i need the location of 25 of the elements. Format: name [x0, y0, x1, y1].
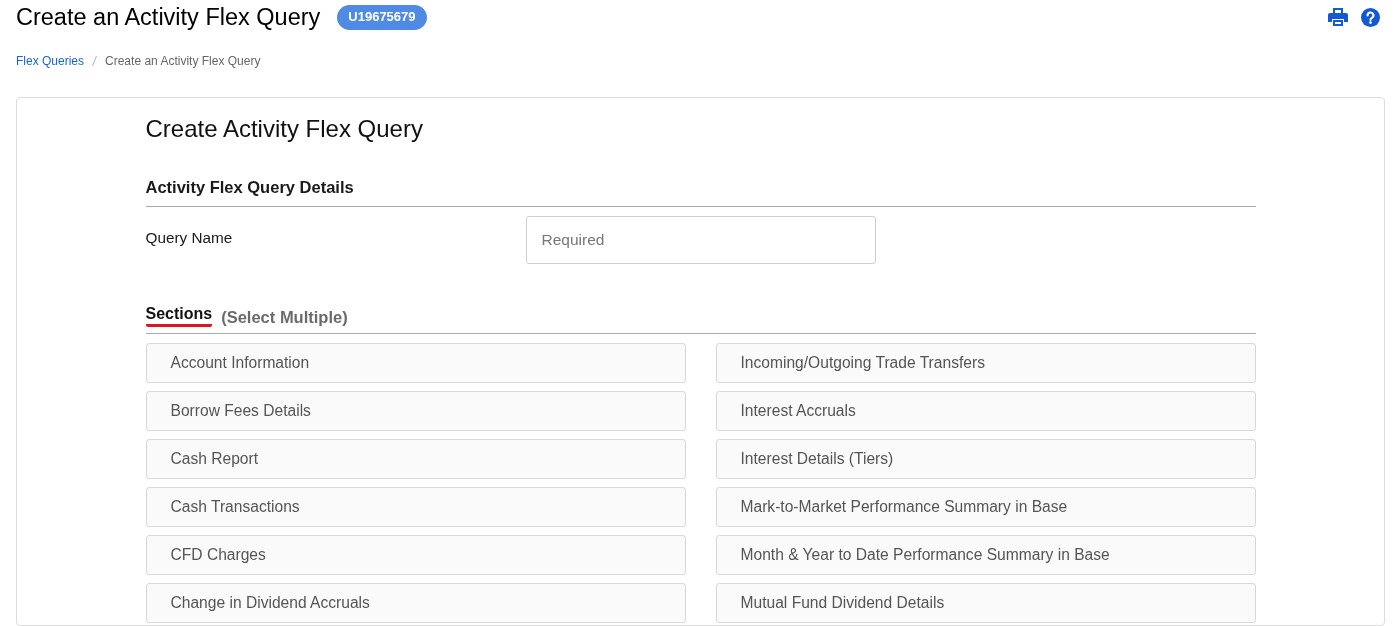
section-option[interactable]: Cash Transactions — [145, 487, 686, 527]
section-heading: Activity Flex Query Details — [145, 178, 354, 196]
form-title: Create Activity Flex Query — [145, 115, 423, 143]
section-option[interactable]: Interest Accruals — [715, 391, 1256, 431]
page-title: Create an Activity Flex Query — [16, 3, 321, 31]
slash-icon — [92, 56, 98, 66]
section-option[interactable]: CFD Charges — [145, 535, 686, 575]
sections-heading: Sections — [145, 304, 213, 327]
section-option[interactable]: Cash Report — [145, 439, 686, 479]
section-option[interactable]: Interest Details (Tiers) — [715, 439, 1256, 479]
section-option[interactable]: Incoming/Outgoing Trade Transfers — [715, 343, 1256, 383]
section-option[interactable]: Mutual Fund Dividend Details — [715, 583, 1256, 623]
select-multiple-hint: (Select Multiple) — [221, 307, 348, 327]
section-option[interactable]: Month & Year to Date Performance Summary in Base — [715, 535, 1256, 575]
section-option[interactable]: Mark-to-Market Performance Summary in Base — [715, 487, 1256, 527]
section-option[interactable]: Change in Dividend Accruals — [145, 583, 686, 623]
breadcrumb-current: Create an Activity Flex Query — [105, 54, 261, 68]
query-name-field[interactable]: Required — [525, 216, 876, 264]
breadcrumb-link[interactable]: Flex Queries — [16, 54, 85, 68]
section-option[interactable]: Account Information — [145, 343, 686, 383]
print-icon[interactable] — [1328, 8, 1348, 26]
account-id-badge: U19675679 — [337, 4, 427, 30]
help-icon[interactable] — [1361, 7, 1380, 27]
section-option[interactable]: Borrow Fees Details — [145, 391, 686, 431]
field-label: Query Name — [145, 228, 233, 248]
